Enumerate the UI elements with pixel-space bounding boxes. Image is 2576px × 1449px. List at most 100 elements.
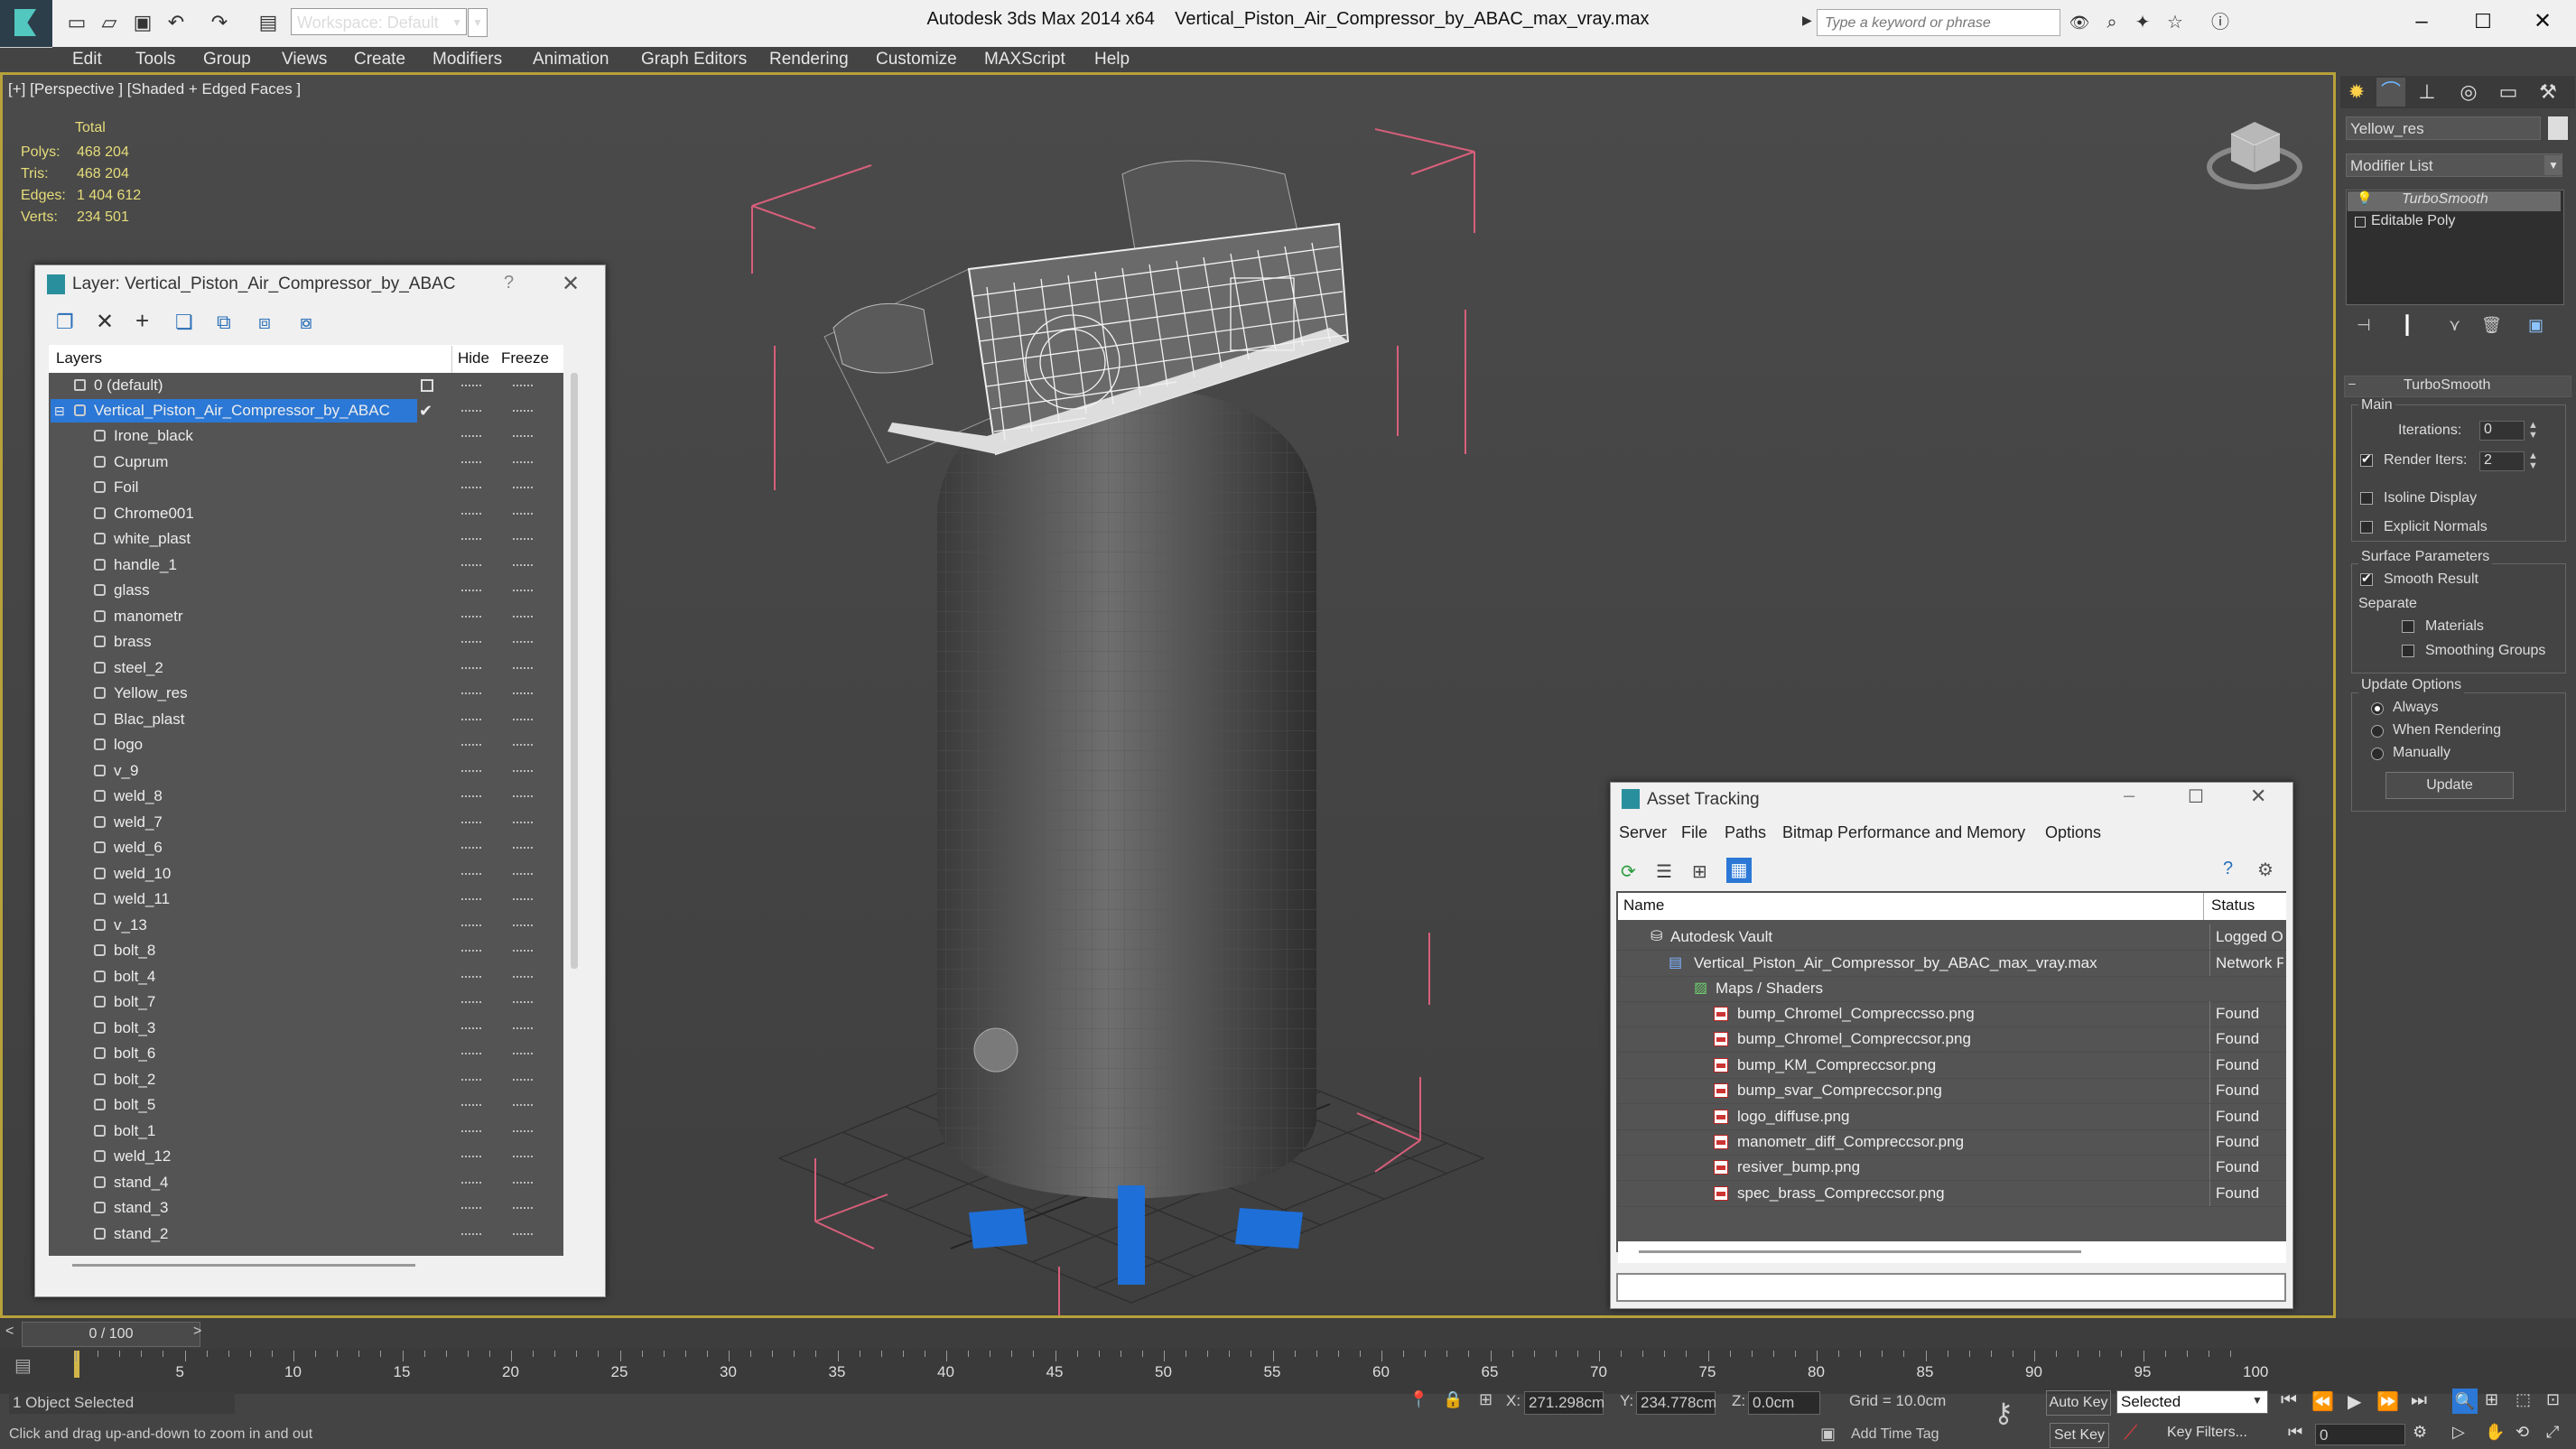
- menu-create[interactable]: Create: [354, 47, 405, 72]
- asset-hscrollbar[interactable]: [1639, 1250, 2081, 1253]
- layer-row[interactable]: brass: [49, 629, 563, 655]
- freeze-toggle[interactable]: [513, 744, 533, 748]
- search-expand-icon[interactable]: ▶: [1802, 13, 1812, 28]
- next-key-icon[interactable]: ⏩: [2376, 1390, 2399, 1413]
- key-mode-icon[interactable]: ⏮: [2288, 1423, 2302, 1442]
- show-end-result-icon[interactable]: ┃: [2402, 314, 2413, 337]
- hide-toggle[interactable]: [461, 460, 481, 466]
- freeze-column-header[interactable]: Freeze: [501, 349, 549, 367]
- freeze-toggle[interactable]: [513, 615, 533, 620]
- freeze-toggle[interactable]: [513, 795, 533, 800]
- freeze-toggle[interactable]: [513, 435, 533, 440]
- layer-row[interactable]: stand_3: [49, 1195, 563, 1221]
- layer-dialog-help-button[interactable]: ?: [504, 273, 514, 293]
- hide-toggle[interactable]: [461, 692, 481, 697]
- layer-row[interactable]: bolt_4: [49, 964, 563, 989]
- set-key-pen-icon[interactable]: ⟋: [2124, 1421, 2137, 1444]
- utilities-tab-icon[interactable]: ⚒: [2534, 78, 2562, 107]
- subscription-icon[interactable]: ⌕: [2100, 11, 2124, 34]
- hide-toggle[interactable]: [461, 975, 481, 980]
- freeze-toggle[interactable]: [513, 718, 533, 723]
- hide-toggle[interactable]: [461, 1181, 481, 1186]
- current-layer-checkbox[interactable]: [421, 379, 433, 392]
- menu-graph-editors[interactable]: Graph Editors: [641, 47, 747, 72]
- hide-toggle[interactable]: [461, 1053, 481, 1057]
- render-iters-checkbox[interactable]: [2360, 451, 2373, 467]
- menu-views[interactable]: Views: [282, 47, 327, 72]
- field-of-view-icon[interactable]: ▷: [2452, 1423, 2465, 1442]
- stack-item-editable-poly[interactable]: Editable Poly: [2371, 213, 2455, 229]
- layer-row[interactable]: steel_2: [49, 655, 563, 681]
- asset-row-file[interactable]: bump_svar_Compreccsor.png Found: [1618, 1078, 2286, 1105]
- smoothing-groups-checkbox[interactable]: [2402, 645, 2414, 657]
- display-tab-icon[interactable]: ▭: [2494, 78, 2523, 107]
- pin-stack-icon[interactable]: ⊣: [2357, 316, 2371, 335]
- freeze-toggle[interactable]: [513, 1181, 533, 1186]
- play-icon[interactable]: ▶: [2348, 1390, 2361, 1413]
- layer-list-scrollbar[interactable]: [571, 373, 578, 969]
- layer-dialog-close-button[interactable]: ✕: [562, 271, 580, 297]
- freeze-toggle[interactable]: [513, 487, 533, 491]
- layer-row[interactable]: Cuprum: [49, 450, 563, 475]
- freeze-toggle[interactable]: [513, 538, 533, 543]
- asset-settings-icon[interactable]: ⚙: [2257, 859, 2274, 881]
- freeze-toggle[interactable]: [513, 872, 533, 878]
- freeze-toggle[interactable]: [513, 641, 533, 646]
- hide-toggle[interactable]: [461, 744, 481, 748]
- y-coordinate-field[interactable]: 234.778cm: [1636, 1391, 1716, 1415]
- hide-toggle[interactable]: [461, 1001, 481, 1006]
- asset-row-file[interactable]: bump_Chromel_Compreccsor.png Found: [1618, 1026, 2286, 1054]
- configure-sets-icon[interactable]: ▣: [2528, 316, 2543, 335]
- name-column-header[interactable]: Name: [1623, 896, 1664, 915]
- layer-row[interactable]: v_9: [49, 758, 563, 784]
- layer-row[interactable]: Blac_plast: [49, 707, 563, 732]
- layer-row[interactable]: weld_12: [49, 1144, 563, 1169]
- asset-row-scene[interactable]: ▤ Vertical_Piston_Air_Compressor_by_ABAC…: [1618, 951, 2286, 977]
- isoline-display-checkbox[interactable]: [2360, 492, 2373, 505]
- asset-maximize-button[interactable]: ☐: [2188, 785, 2204, 808]
- freeze-toggle[interactable]: [513, 950, 533, 954]
- freeze-toggle[interactable]: [513, 1232, 533, 1238]
- hide-toggle[interactable]: [461, 410, 481, 414]
- layer-row-default[interactable]: 0 (default): [49, 373, 563, 398]
- next-frame-icon[interactable]: >: [193, 1324, 201, 1340]
- asset-menu-options[interactable]: Options: [2045, 823, 2101, 842]
- layer-row[interactable]: v_13: [49, 913, 563, 938]
- freeze-toggle[interactable]: [513, 460, 533, 466]
- layer-row[interactable]: Irone_black: [49, 423, 563, 449]
- maximize-viewport-icon[interactable]: ⤢: [2546, 1423, 2559, 1442]
- layers-column-header[interactable]: Layers: [56, 349, 102, 367]
- zoom-extents-icon[interactable]: ⬚: [2516, 1390, 2531, 1409]
- layer-list-hscrollbar[interactable]: [72, 1264, 415, 1267]
- iterations-spinner[interactable]: 0: [2479, 421, 2525, 441]
- menu-help[interactable]: Help: [1094, 47, 1130, 72]
- layer-row[interactable]: weld_10: [49, 861, 563, 887]
- layer-row[interactable]: weld_11: [49, 887, 563, 912]
- active-layer-check-icon[interactable]: ✔: [419, 398, 432, 423]
- layer-row[interactable]: glass: [49, 578, 563, 603]
- explicit-normals-checkbox[interactable]: [2360, 521, 2373, 534]
- go-to-end-icon[interactable]: ⏭: [2411, 1390, 2427, 1411]
- hide-toggle[interactable]: [461, 769, 481, 775]
- pan-icon[interactable]: ✋: [2485, 1423, 2505, 1442]
- hide-toggle[interactable]: [461, 1232, 481, 1238]
- manually-radio[interactable]: [2371, 748, 2384, 760]
- asset-menu-server[interactable]: Server: [1619, 823, 1667, 842]
- freeze-toggle[interactable]: [513, 924, 533, 929]
- set-key-button[interactable]: Set Key: [2050, 1423, 2109, 1448]
- asset-row-maps[interactable]: ▨ Maps / Shaders: [1618, 976, 2286, 1002]
- zoom-extents-all-icon[interactable]: ⊡: [2546, 1390, 2560, 1409]
- delete-layer-icon[interactable]: ✕: [96, 309, 114, 335]
- always-radio[interactable]: [2371, 702, 2384, 715]
- chevron-down-icon[interactable]: ▼: [2544, 155, 2562, 175]
- hide-toggle[interactable]: [461, 487, 481, 491]
- list-view-icon[interactable]: ☰: [1656, 860, 1672, 883]
- layer-list[interactable]: 0 (default) ⊟ Vertical_Piston_Air_Compre…: [49, 373, 563, 1256]
- hide-toggle[interactable]: [461, 924, 481, 929]
- spinner-arrows-icon[interactable]: ▲ ▼: [2528, 421, 2538, 441]
- hide-toggle[interactable]: [461, 615, 481, 620]
- hide-toggle[interactable]: [461, 872, 481, 878]
- asset-close-button[interactable]: ✕: [2250, 785, 2266, 808]
- layer-row[interactable]: weld_8: [49, 784, 563, 809]
- asset-row-file[interactable]: resiver_bump.png Found: [1618, 1155, 2286, 1182]
